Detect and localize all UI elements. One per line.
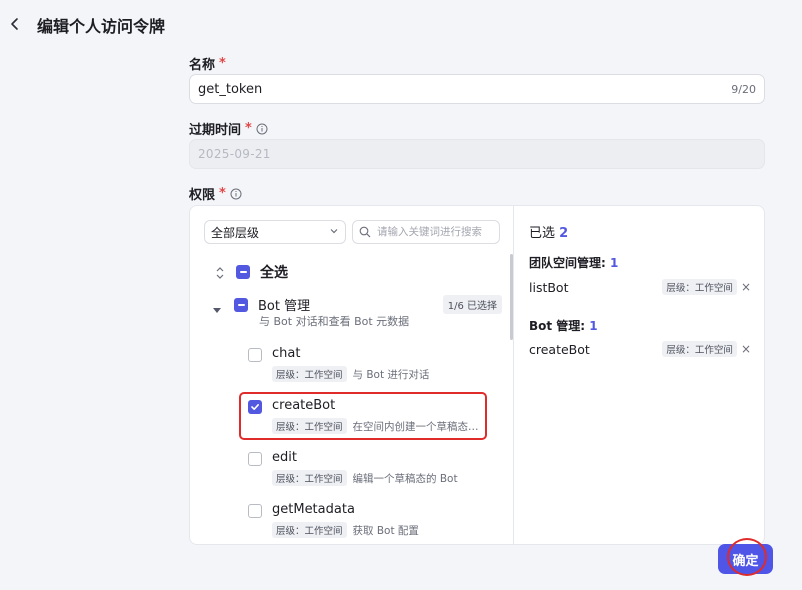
close-icon[interactable]: × <box>741 343 751 355</box>
item-name: getMetadata <box>272 502 355 517</box>
item-checkbox[interactable] <box>248 504 262 518</box>
item-checkbox[interactable] <box>248 348 262 362</box>
selected-item-name: listBot <box>529 279 569 295</box>
group-title: Bot 管理 <box>258 299 311 314</box>
group-selected-badge: 1/6 已选择 <box>442 295 502 314</box>
selected-item-name: createBot <box>529 341 590 357</box>
permissions-label: 权限 * <box>189 184 242 203</box>
close-icon[interactable]: × <box>741 281 751 293</box>
caret-down-icon[interactable] <box>212 300 222 313</box>
permissions-panel: 全部层级 全选 Bot 管理 <box>189 205 765 545</box>
level-select-value: 全部层级 <box>211 225 260 240</box>
name-input-value[interactable]: get_token <box>198 82 262 97</box>
name-label: 名称 * <box>189 54 226 73</box>
selected-group-title: 团队空间管理: 1 <box>529 254 618 271</box>
selected-item: listBot 层级：工作空间 × <box>529 278 751 296</box>
page-title: 编辑个人访问令牌 <box>37 17 166 36</box>
level-tag: 层级：工作空间 <box>272 418 347 434</box>
item-checkbox[interactable] <box>248 452 262 466</box>
selected-group-name: 团队空间管理: <box>529 256 606 270</box>
level-tag: 层级：工作空间 <box>662 279 737 295</box>
search-input[interactable] <box>377 226 495 238</box>
permissions-label-text: 权限 <box>189 188 216 203</box>
permission-tree: 全部层级 全选 Bot 管理 <box>190 206 514 544</box>
group-checkbox[interactable] <box>234 297 248 312</box>
expiry-date-field: 2025-09-21 <box>189 139 765 169</box>
selected-title: 已选 2 <box>529 222 568 241</box>
level-tag: 层级：工作空间 <box>272 366 347 382</box>
info-icon[interactable] <box>256 123 268 135</box>
select-all-checkbox[interactable] <box>236 265 250 279</box>
back-arrow-icon[interactable] <box>8 13 22 35</box>
required-mark: * <box>219 186 226 201</box>
footer-bar <box>0 545 802 590</box>
selected-panel: 已选 2 团队空间管理: 1 listBot 层级：工作空间 × Bot 管理:… <box>515 206 764 544</box>
item-description: 获取 Bot 配置 <box>352 524 419 537</box>
selected-group-count: 1 <box>589 319 598 333</box>
info-icon[interactable] <box>230 188 242 200</box>
item-name: createBot <box>272 398 336 413</box>
select-all-label: 全选 <box>260 265 288 281</box>
item-checkbox[interactable] <box>248 400 262 414</box>
name-label-text: 名称 <box>189 58 216 73</box>
page-header: 编辑个人访问令牌 <box>0 0 802 48</box>
level-tag: 层级：工作空间 <box>662 341 737 357</box>
scrollbar[interactable] <box>510 254 513 340</box>
required-mark: * <box>219 56 226 71</box>
name-input[interactable]: get_token 9/20 <box>189 74 765 104</box>
item-name: edit <box>272 450 297 465</box>
item-name: chat <box>272 346 301 361</box>
permission-search[interactable] <box>352 220 500 244</box>
expiry-date-value: 2025-09-21 <box>198 147 271 161</box>
expiry-label-text: 过期时间 <box>189 123 242 138</box>
item-description: 与 Bot 进行对话 <box>352 368 430 381</box>
select-all-row[interactable]: 全选 <box>214 262 288 282</box>
item-description: 在空间内创建一个草稿态… <box>352 420 479 433</box>
level-tag: 层级：工作空间 <box>272 470 347 486</box>
chevron-down-icon <box>329 225 339 239</box>
selected-group-name: Bot 管理: <box>529 319 586 333</box>
search-icon <box>359 223 371 242</box>
group-description: 与 Bot 对话和查看 Bot 元数据 <box>259 315 410 328</box>
selected-group-title: Bot 管理: 1 <box>529 317 598 334</box>
expand-collapse-icon[interactable] <box>214 265 226 279</box>
selected-title-text: 已选 <box>529 226 556 241</box>
confirm-button[interactable]: 确定 <box>718 544 773 574</box>
level-select[interactable]: 全部层级 <box>204 220 346 244</box>
name-char-count: 9/20 <box>731 82 756 96</box>
permission-group-bot: Bot 管理 1/6 已选择 与 Bot 对话和查看 Bot 元数据 <box>212 295 502 328</box>
selected-item: createBot 层级：工作空间 × <box>529 340 751 358</box>
expiry-label: 过期时间 * <box>189 119 268 138</box>
required-mark: * <box>245 121 252 136</box>
selected-count: 2 <box>559 226 569 241</box>
level-tag: 层级：工作空间 <box>272 522 347 538</box>
selected-group-count: 1 <box>610 256 619 270</box>
item-description: 编辑一个草稿态的 Bot <box>352 472 458 485</box>
checkmark-icon <box>251 404 259 410</box>
